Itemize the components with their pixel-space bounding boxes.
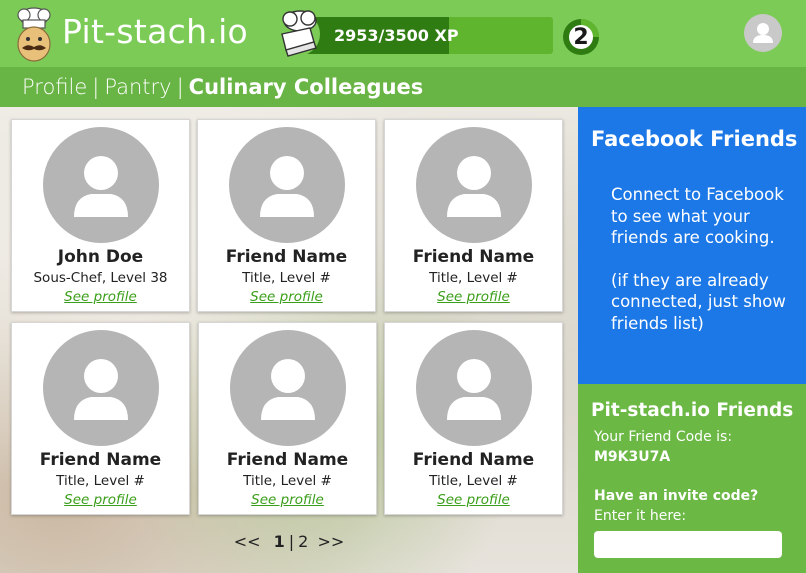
invite-code-input[interactable] [594, 531, 782, 558]
facebook-panel-title: Facebook Friends [591, 127, 798, 151]
friend-avatar-icon[interactable] [229, 127, 345, 243]
invite-code-hint: Enter it here: [594, 508, 687, 524]
nav-separator: | [92, 75, 100, 99]
nav-separator: | [176, 75, 184, 99]
nav-culinary-colleagues-link[interactable]: Culinary Colleagues [189, 75, 424, 99]
pagination-prev-button[interactable]: << [234, 532, 261, 551]
pagination-next-button[interactable]: >> [317, 532, 344, 551]
facebook-connect-text[interactable]: Connect to Facebook to see what your fri… [611, 184, 799, 249]
nav-profile-link[interactable]: Profile [22, 75, 87, 99]
top-header: Pit-stach.io 2953/3500 XP 2 [0, 0, 806, 67]
friend-title: Title, Level # [429, 270, 518, 286]
friend-avatar-icon[interactable] [43, 127, 159, 243]
pitstach-panel-title: Pit-stach.io Friends [591, 400, 794, 421]
friend-title: Title, Level # [242, 270, 331, 286]
friend-avatar-icon[interactable] [43, 330, 159, 446]
see-profile-link[interactable]: See profile [385, 289, 562, 305]
friend-title: Title, Level # [243, 473, 332, 489]
friend-avatar-icon[interactable] [416, 127, 532, 243]
invite-code-label: Have an invite code? [594, 488, 759, 504]
see-profile-link[interactable]: See profile [12, 289, 189, 305]
friend-title: Title, Level # [429, 473, 518, 489]
friend-avatar-icon[interactable] [230, 330, 346, 446]
friend-name: Friend Name [226, 450, 349, 470]
xp-progress-bar: 2953/3500 XP [300, 17, 553, 54]
xp-progress-text: 2953/3500 XP [334, 26, 459, 45]
level-number: 2 [573, 25, 589, 50]
friend-title: Sous-Chef, Level 38 [33, 270, 168, 286]
facebook-panel-body: Connect to Facebook to see what your fri… [611, 184, 799, 355]
pagination-page-2[interactable]: 2 [298, 532, 308, 551]
friend-name: Friend Name [412, 247, 535, 267]
account-avatar-button[interactable] [744, 14, 782, 52]
see-profile-link[interactable]: See profile [12, 492, 189, 508]
friend-avatar-icon[interactable] [416, 330, 532, 446]
section-nav: Profile | Pantry | Culinary Colleagues [0, 67, 806, 107]
pagination-separator: | [288, 532, 295, 551]
facebook-note-text: (if they are already connected, just sho… [611, 270, 786, 333]
friend-code-value: M9K3U7A [594, 449, 671, 465]
breadcrumb: Profile | Pantry | Culinary Colleagues [22, 67, 423, 107]
friend-name: John Doe [57, 247, 144, 267]
friend-card[interactable]: Friend Name Title, Level # See profile [197, 119, 376, 312]
friend-title: Title, Level # [56, 473, 145, 489]
user-icon [753, 23, 773, 43]
pagination-page-1[interactable]: 1 [274, 532, 285, 551]
chef-hat-icon [276, 10, 320, 57]
nav-pantry-link[interactable]: Pantry [104, 75, 171, 99]
friend-code-label: Your Friend Code is: [594, 429, 733, 445]
see-profile-link[interactable]: See profile [385, 492, 562, 508]
see-profile-link[interactable]: See profile [198, 289, 375, 305]
friend-name: Friend Name [39, 450, 162, 470]
pitstach-friends-panel: Pit-stach.io Friends Your Friend Code is… [578, 384, 806, 573]
friend-name: Friend Name [225, 247, 348, 267]
friend-card[interactable]: Friend Name Title, Level # See profile [384, 119, 563, 312]
friend-name: Friend Name [412, 450, 535, 470]
friend-card[interactable]: John Doe Sous-Chef, Level 38 See profile [11, 119, 190, 312]
friend-card[interactable]: Friend Name Title, Level # See profile [11, 322, 190, 515]
see-profile-link[interactable]: See profile [199, 492, 376, 508]
chef-mustache-logo-icon[interactable] [12, 6, 56, 62]
pagination: << 1 | 2 >> [0, 532, 578, 551]
friend-card[interactable]: Friend Name Title, Level # See profile [198, 322, 377, 515]
friend-card[interactable]: Friend Name Title, Level # See profile [384, 322, 563, 515]
app-logo-text[interactable]: Pit-stach.io [62, 10, 248, 54]
facebook-friends-panel[interactable]: Facebook Friends Connect to Facebook to … [578, 107, 806, 384]
